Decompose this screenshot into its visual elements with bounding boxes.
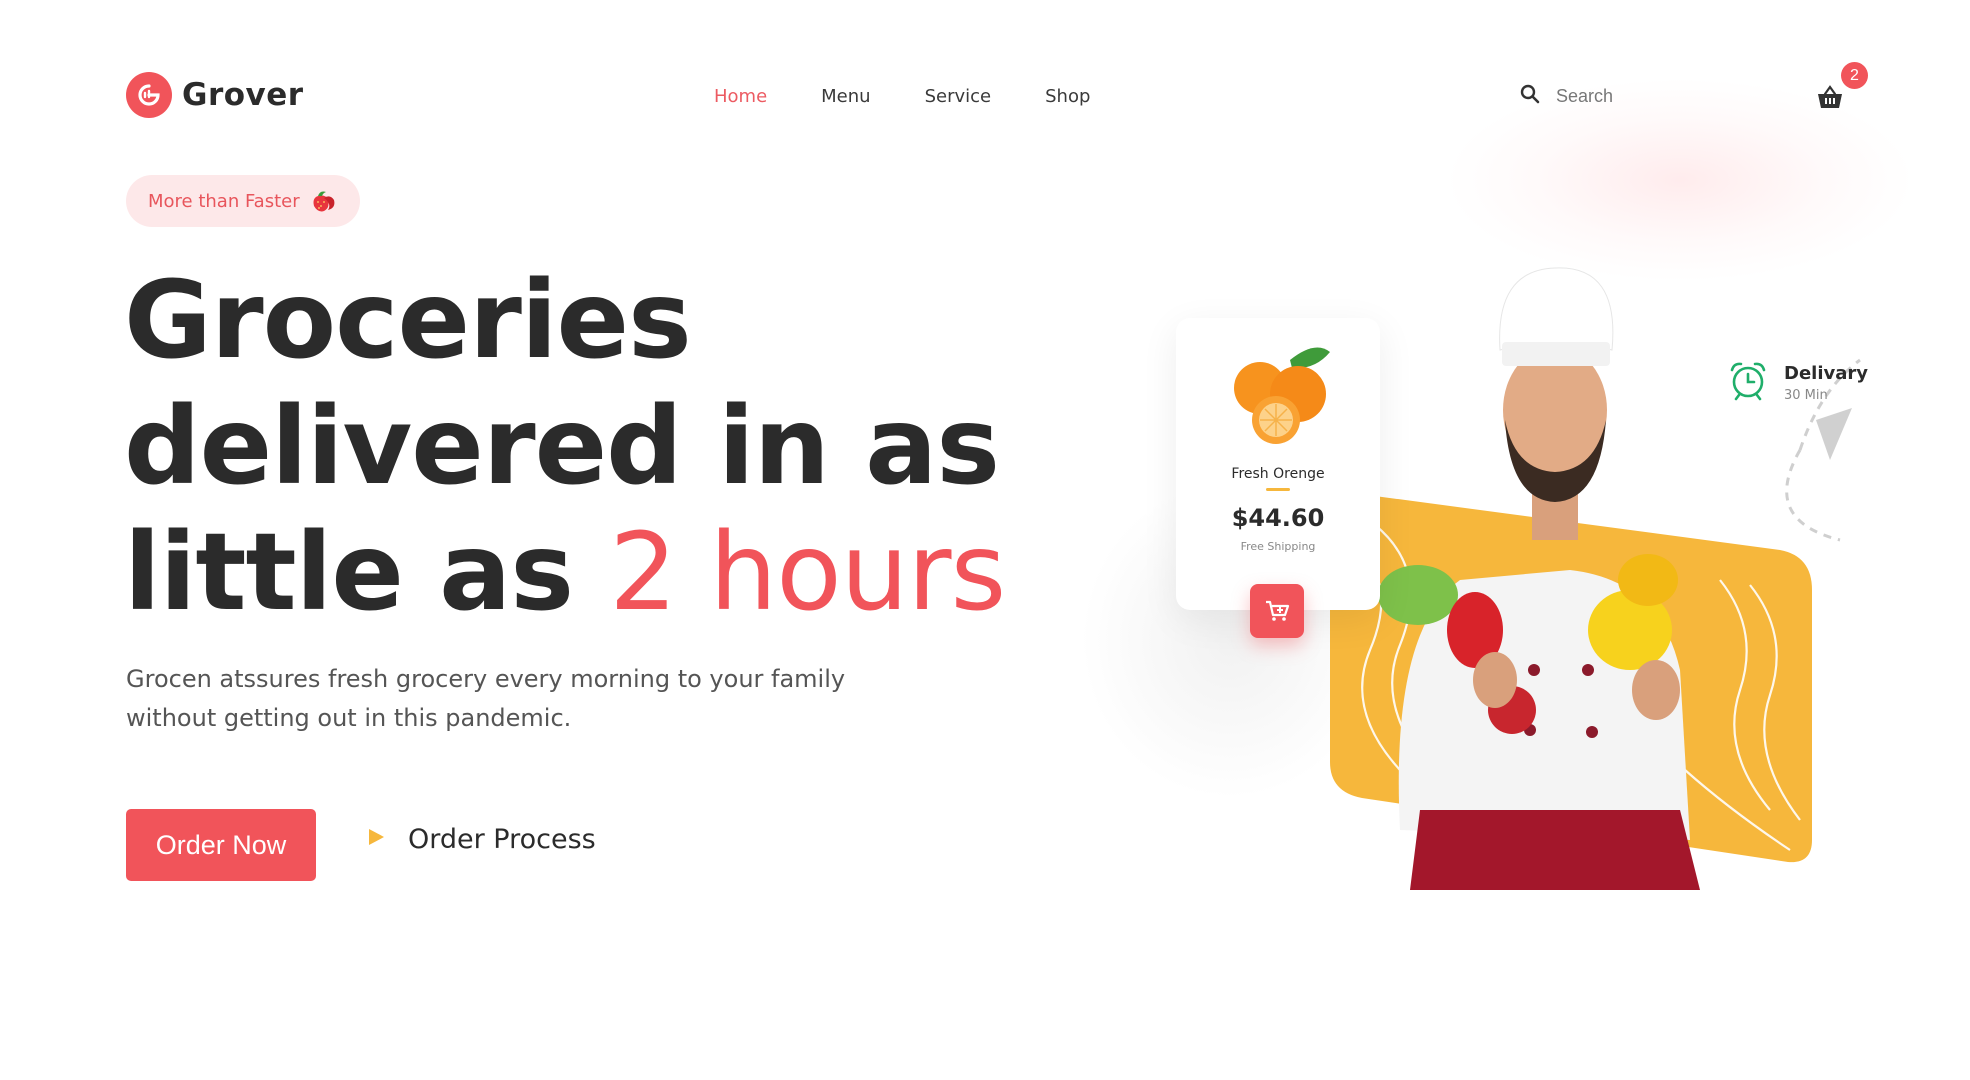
delivery-title: Delivary [1784, 362, 1868, 384]
add-to-cart-button[interactable] [1250, 584, 1304, 638]
basket-icon[interactable] [1815, 82, 1845, 112]
product-shipping: Free Shipping [1240, 540, 1316, 553]
alarm-clock-icon [1726, 358, 1770, 407]
brand-name: Grover [182, 77, 304, 113]
nav-item-service[interactable]: Service [925, 86, 992, 107]
strawberry-icon [308, 184, 338, 219]
order-process-link[interactable]: Order Process [366, 824, 596, 855]
hero-headline: Groceries delivered in as little as 2 ho… [124, 258, 1024, 636]
headline-accent: 2 hours [609, 511, 1006, 635]
brand-logo[interactable]: Grover [126, 72, 304, 118]
search-icon[interactable] [1520, 84, 1540, 109]
search-box [1520, 84, 1754, 109]
product-price: $44.60 [1231, 504, 1325, 532]
delivery-time: 30 Min [1784, 387, 1828, 403]
play-icon [366, 827, 386, 852]
product-divider [1266, 488, 1290, 491]
nav-item-menu[interactable]: Menu [821, 86, 870, 107]
hero-tag: More than Faster [126, 175, 360, 227]
order-process-label: Order Process [408, 824, 596, 855]
main-nav: Home Menu Service Shop [714, 86, 1090, 107]
headline-line-2: delivered in as [124, 385, 1000, 509]
product-card[interactable]: Fresh Orenge $44.60 Free Shipping [1176, 318, 1380, 610]
product-name: Fresh Orenge [1231, 466, 1325, 482]
cart-count-badge: 2 [1841, 62, 1868, 89]
cart-plus-icon [1266, 600, 1290, 621]
nav-item-home[interactable]: Home [714, 86, 767, 107]
search-input[interactable] [1554, 85, 1754, 108]
hero-tag-label: More than Faster [148, 190, 300, 212]
headline-line-1: Groceries [124, 259, 692, 383]
headline-line-3: little as [124, 511, 610, 635]
delivery-info: Delivary 30 Min [1726, 358, 1868, 407]
order-now-button[interactable]: Order Now [126, 809, 316, 881]
hero-description: Grocen atssures fresh grocery every morn… [126, 665, 846, 732]
logo-mark-icon [126, 72, 172, 118]
nav-item-shop[interactable]: Shop [1045, 86, 1090, 107]
orange-image [1234, 347, 1330, 444]
